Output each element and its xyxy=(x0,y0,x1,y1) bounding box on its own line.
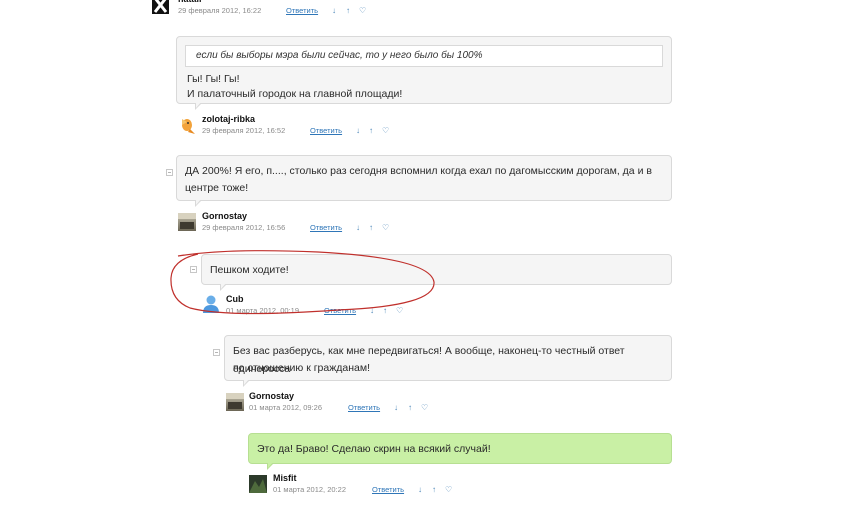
comment-date: 01 марта 2012, 09:26 xyxy=(249,403,322,412)
quote-block: если бы выборы мэра были сейчас, то у не… xyxy=(185,45,663,67)
comment-bubble: ДА 200%! Я его, п...., столько раз сегод… xyxy=(176,155,672,207)
x-logo-icon xyxy=(153,0,168,13)
bubble-tail xyxy=(243,379,250,387)
comment-author[interactable]: Cub xyxy=(226,294,244,304)
photo-thumbnail-icon xyxy=(226,393,244,409)
comment-text-line: центре тоже! xyxy=(185,182,249,194)
vote-down-icon[interactable]: ↓ xyxy=(332,6,336,15)
avatar-natali[interactable] xyxy=(152,0,169,14)
reply-link[interactable]: Ответить xyxy=(286,6,318,15)
bubble-tail xyxy=(195,102,202,110)
reply-link[interactable]: Ответить xyxy=(372,485,404,494)
vote-down-icon[interactable]: ↓ xyxy=(356,223,360,232)
vote-up-icon[interactable]: ↑ xyxy=(346,6,350,15)
collapse-toggle[interactable] xyxy=(190,266,197,273)
avatar-cub[interactable] xyxy=(202,294,220,314)
comment-date: 01 марта 2012, 20:22 xyxy=(273,485,346,494)
comment-author[interactable]: natali xyxy=(178,0,202,4)
vote-up-icon[interactable]: ↑ xyxy=(369,223,373,232)
comment-bubble: если бы выборы мэра были сейчас, то у не… xyxy=(176,36,672,110)
comment-text-line: Пешком ходите! xyxy=(210,264,289,276)
bubble-tail xyxy=(220,283,227,291)
photo-thumbnail-icon xyxy=(249,479,267,493)
comment-date: 01 марта 2012, 00:19 xyxy=(226,306,299,315)
goldfish-icon xyxy=(182,119,195,134)
vote-down-icon[interactable]: ↓ xyxy=(394,403,398,412)
vote-down-icon[interactable]: ↓ xyxy=(418,485,422,494)
vote-up-icon[interactable]: ↑ xyxy=(383,306,387,315)
bubble-tail xyxy=(195,199,202,207)
reply-link[interactable]: Ответить xyxy=(310,126,342,135)
avatar-gornostay[interactable] xyxy=(226,393,244,411)
comment-bubble: Без вас разберусь, как мне передвигаться… xyxy=(224,335,672,387)
comment-author[interactable]: zolotaj-ribka xyxy=(202,114,255,124)
avatar-misfit[interactable] xyxy=(249,475,267,493)
comment-text-line: Это да! Браво! Сделаю скрин на всякий сл… xyxy=(257,443,491,455)
comment-text-line: И палаточный городок на главной площади! xyxy=(187,88,403,100)
comment-date: 29 февраля 2012, 16:22 xyxy=(178,6,262,15)
comment-author[interactable]: Gornostay xyxy=(249,391,294,401)
reply-link[interactable]: Ответить xyxy=(324,306,356,315)
favorite-icon[interactable]: ♡ xyxy=(359,6,366,15)
comment-date: 29 февраля 2012, 16:52 xyxy=(202,126,286,135)
vote-down-icon[interactable]: ↓ xyxy=(356,126,360,135)
photo-thumbnail-icon xyxy=(178,213,196,229)
bubble-tail xyxy=(267,462,274,470)
favorite-icon[interactable]: ♡ xyxy=(445,485,452,494)
favorite-icon[interactable]: ♡ xyxy=(421,403,428,412)
comment-text-line: ДА 200%! Я его, п...., столько раз сегод… xyxy=(185,165,652,177)
collapse-toggle[interactable] xyxy=(166,169,173,176)
favorite-icon[interactable]: ♡ xyxy=(382,223,389,232)
reply-link[interactable]: Ответить xyxy=(348,403,380,412)
comment-author[interactable]: Misfit xyxy=(273,473,297,483)
comment-bubble: Пешком ходите! xyxy=(201,254,672,291)
comment-text-line: по отношению к гражданам! xyxy=(233,362,371,374)
comment-author[interactable]: Gornostay xyxy=(202,211,247,221)
vote-up-icon[interactable]: ↑ xyxy=(369,126,373,135)
user-silhouette-icon xyxy=(203,295,219,313)
comment-date: 29 февраля 2012, 16:56 xyxy=(202,223,286,232)
avatar-gornostay[interactable] xyxy=(178,213,196,231)
comment-bubble-highlighted: Это да! Браво! Сделаю скрин на всякий сл… xyxy=(248,433,672,470)
collapse-toggle[interactable] xyxy=(213,349,220,356)
avatar-zolotaj-ribka[interactable] xyxy=(178,115,196,135)
vote-down-icon[interactable]: ↓ xyxy=(370,306,374,315)
vote-up-icon[interactable]: ↑ xyxy=(408,403,412,412)
favorite-icon[interactable]: ♡ xyxy=(396,306,403,315)
reply-link[interactable]: Ответить xyxy=(310,223,342,232)
favorite-icon[interactable]: ♡ xyxy=(382,126,389,135)
vote-up-icon[interactable]: ↑ xyxy=(432,485,436,494)
